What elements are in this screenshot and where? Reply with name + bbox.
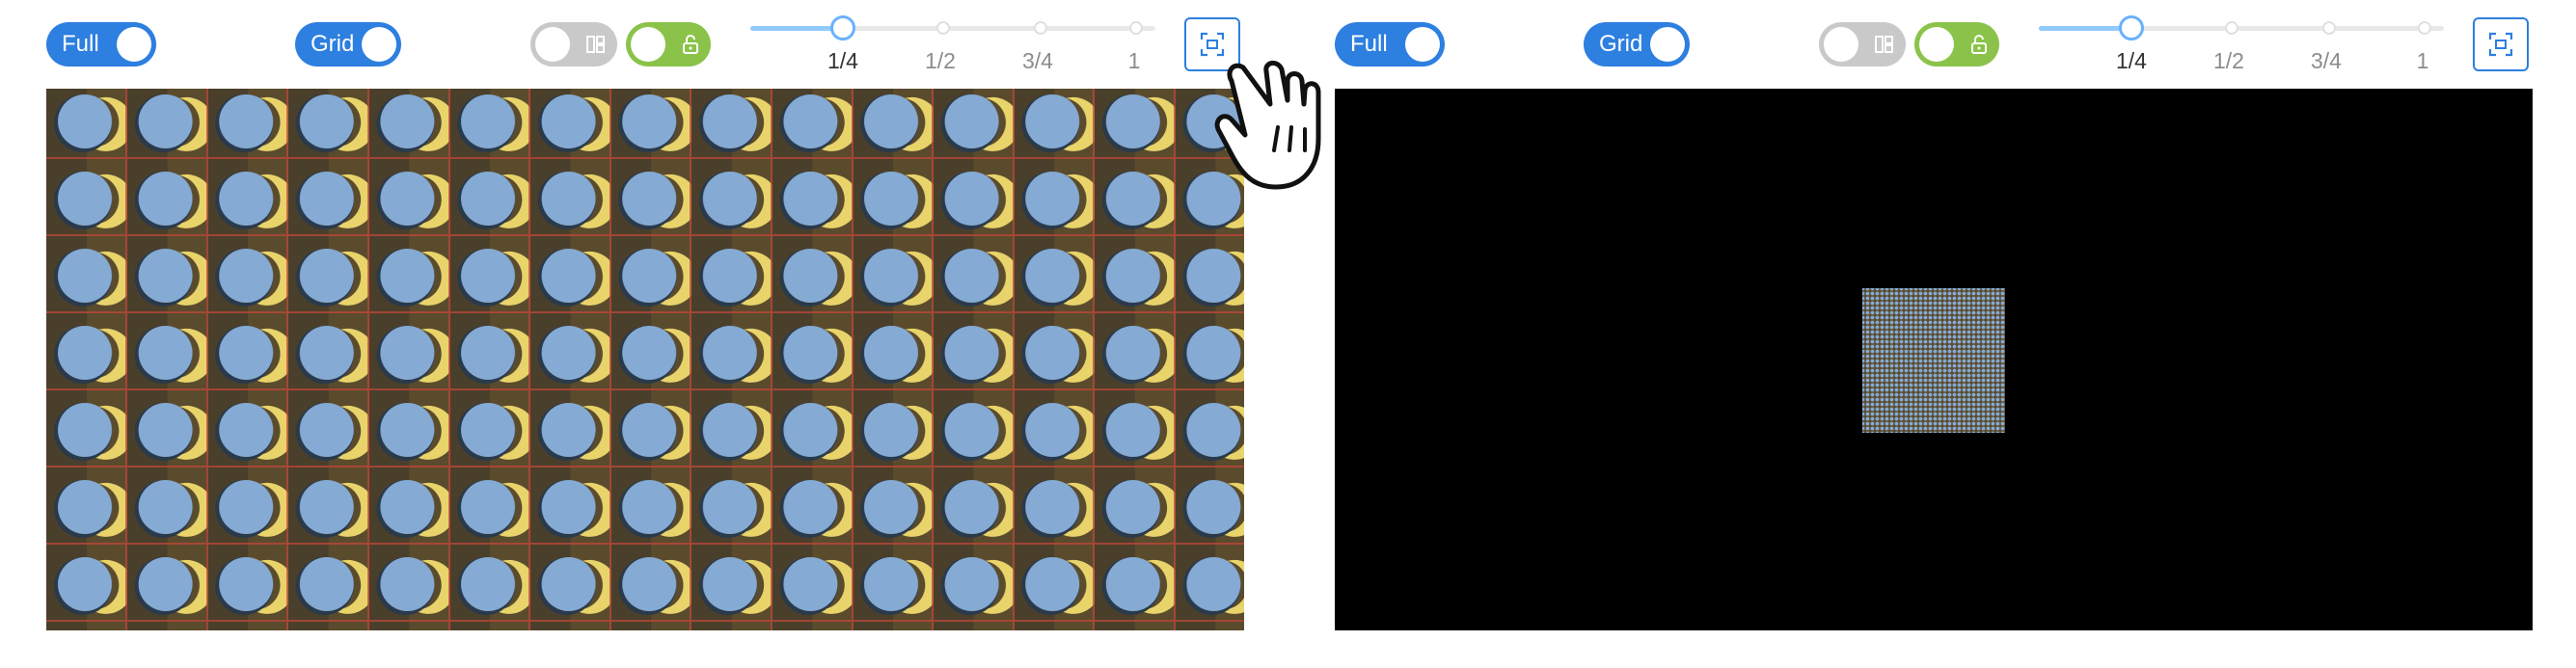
toggle-knob [535,27,570,62]
grid-toggle[interactable]: Grid [295,22,401,67]
pattern-canvas [46,89,1244,630]
right-panel: Full Grid 1/4 1/2 3/4 1 [1288,0,2533,668]
slider-mark[interactable]: 1/2 [2200,48,2258,74]
toggle-knob [1650,27,1685,62]
layout-toggle[interactable] [1819,22,1906,67]
slider-step-dot[interactable] [2418,21,2431,35]
zoom-slider[interactable]: 1/4 1/2 3/4 1 [750,13,1155,81]
grid-toggle-label: Grid [1599,31,1643,57]
slider-mark[interactable]: 3/4 [1009,48,1067,74]
grid-layout-icon [1875,36,1893,53]
unlock-icon [683,35,698,54]
minimap-pattern [1862,288,2005,433]
overview-canvas [1862,288,2005,433]
lock-toggle[interactable] [626,22,711,67]
slider-step-dot[interactable] [2225,21,2238,35]
slider-fill [750,26,843,31]
grid-toggle[interactable]: Grid [1584,22,1690,67]
toggle-knob [1405,27,1440,62]
fit-screen-icon [2488,32,2513,57]
pattern-fill [46,89,1244,630]
fit-screen-button[interactable] [2473,17,2529,71]
left-toolbar: Full Grid 1/4 1/2 3/4 1 [0,0,1244,87]
canvas-viewport[interactable] [46,89,1244,630]
slider-mark[interactable]: 1 [1105,48,1163,74]
slider-mark[interactable]: 1/4 [814,48,872,74]
slider-handle[interactable] [830,15,855,40]
layout-toggle[interactable] [530,22,617,67]
slider-mark[interactable]: 1 [2394,48,2452,74]
toggle-knob [362,27,396,62]
slider-mark[interactable]: 1/4 [2102,48,2160,74]
zoom-slider[interactable]: 1/4 1/2 3/4 1 [2039,13,2444,81]
right-toolbar: Full Grid 1/4 1/2 3/4 1 [1288,0,2533,87]
slider-fill [2039,26,2131,31]
toggle-knob [1824,27,1858,62]
toggle-knob [117,27,151,62]
grid-layout-icon [586,36,605,53]
slider-step-dot[interactable] [1034,21,1047,35]
canvas-viewport[interactable] [1335,89,2533,630]
slider-step-dot[interactable] [2322,21,2336,35]
toggle-knob [631,27,665,62]
slider-mark[interactable]: 3/4 [2297,48,2355,74]
slider-step-dot[interactable] [1129,21,1143,35]
slider-handle[interactable] [2119,15,2144,40]
full-toggle-label: Full [62,31,99,57]
left-panel: Full Grid 1/4 1/2 3/4 1 [0,0,1244,668]
unlock-icon [1971,35,1987,54]
toggle-knob [1919,27,1954,62]
hand-pointer-icon [1214,61,1321,190]
slider-mark[interactable]: 1/2 [911,48,969,74]
slider-step-dot[interactable] [936,21,950,35]
full-toggle[interactable]: Full [46,22,156,67]
lock-toggle[interactable] [1914,22,1999,67]
grid-toggle-label: Grid [311,31,355,57]
